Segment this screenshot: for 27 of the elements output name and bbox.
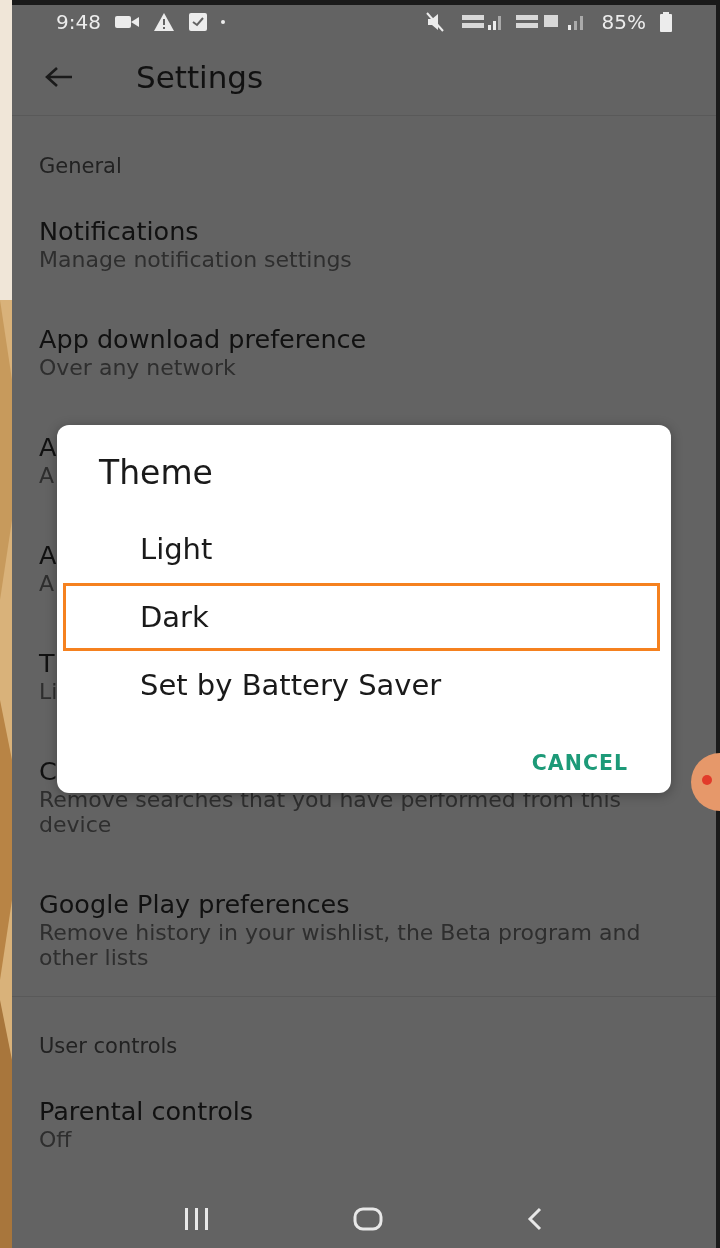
screen-title: Settings xyxy=(136,58,264,95)
status-time: 9:48 xyxy=(56,9,101,34)
battery-icon xyxy=(660,11,672,32)
setting-title[interactable]: C xyxy=(39,756,57,788)
checkbox-icon xyxy=(188,12,207,31)
back-arrow-icon xyxy=(44,64,74,89)
theme-option[interactable]: Light xyxy=(63,515,660,583)
floating-bubble[interactable] xyxy=(690,752,720,812)
battery-percent: 85% xyxy=(601,9,646,34)
setting-title[interactable]: App download preference xyxy=(39,324,367,356)
setting-title[interactable]: A xyxy=(39,540,57,572)
dialog-title: Theme xyxy=(98,453,214,493)
setting-title[interactable]: Parental controls xyxy=(39,1096,254,1128)
setting-title[interactable]: Notifications xyxy=(39,216,199,248)
theme-option[interactable]: Set by Battery Saver xyxy=(63,651,660,719)
recent-apps-icon xyxy=(183,1206,211,1233)
theme-option[interactable]: Dark xyxy=(63,583,660,651)
cancel-button[interactable]: CANCEL xyxy=(523,743,636,783)
home-icon xyxy=(353,1206,383,1233)
video-camera-icon xyxy=(114,13,139,30)
section-header: General xyxy=(38,154,122,179)
dot-icon xyxy=(220,19,225,24)
setting-title[interactable]: T xyxy=(39,648,55,680)
section-header: User controls xyxy=(38,1034,178,1059)
setting-title[interactable]: A xyxy=(39,432,57,464)
setting-title[interactable]: Google Play preferences xyxy=(39,889,350,921)
warning-icon xyxy=(152,11,175,32)
